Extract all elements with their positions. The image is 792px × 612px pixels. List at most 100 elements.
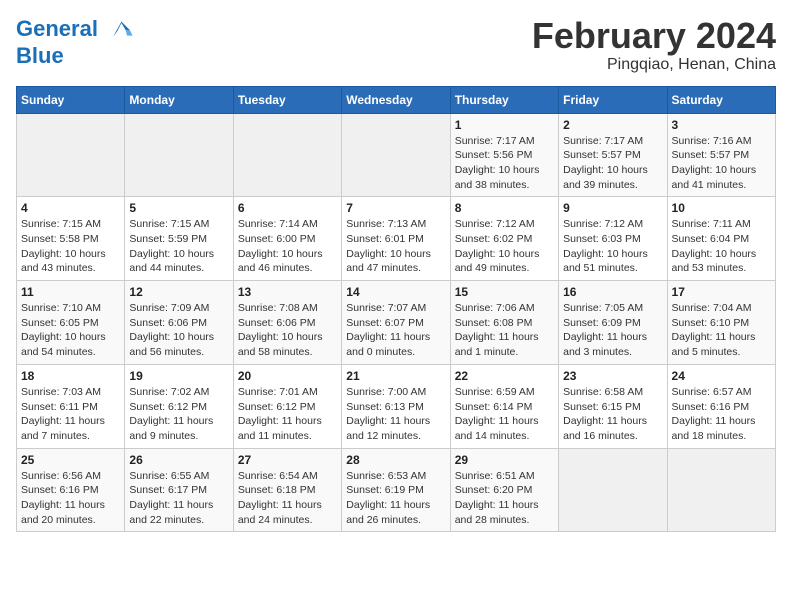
day-info: Sunrise: 6:51 AMSunset: 6:20 PMDaylight:…	[455, 469, 554, 528]
day-info: Sunrise: 7:01 AMSunset: 6:12 PMDaylight:…	[238, 385, 337, 444]
day-cell: 23 Sunrise: 6:58 AMSunset: 6:15 PMDayligh…	[559, 364, 667, 448]
day-number: 6	[238, 201, 337, 215]
header-saturday: Saturday	[667, 86, 775, 113]
day-number: 18	[21, 369, 120, 383]
day-cell: 16 Sunrise: 7:05 AMSunset: 6:09 PMDayligh…	[559, 281, 667, 365]
day-info: Sunrise: 6:58 AMSunset: 6:15 PMDaylight:…	[563, 385, 662, 444]
day-info: Sunrise: 6:55 AMSunset: 6:17 PMDaylight:…	[129, 469, 228, 528]
day-info: Sunrise: 7:08 AMSunset: 6:06 PMDaylight:…	[238, 301, 337, 360]
day-number: 21	[346, 369, 445, 383]
week-row-4: 25 Sunrise: 6:56 AMSunset: 6:16 PMDayligh…	[17, 448, 776, 532]
day-cell	[559, 448, 667, 532]
day-number: 11	[21, 285, 120, 299]
day-cell: 12 Sunrise: 7:09 AMSunset: 6:06 PMDayligh…	[125, 281, 233, 365]
day-cell: 11 Sunrise: 7:10 AMSunset: 6:05 PMDayligh…	[17, 281, 125, 365]
day-cell: 8Sunrise: 7:12 AMSunset: 6:02 PMDaylight…	[450, 197, 558, 281]
day-cell: 15 Sunrise: 7:06 AMSunset: 6:08 PMDayligh…	[450, 281, 558, 365]
day-info: Sunrise: 7:07 AMSunset: 6:07 PMDaylight:…	[346, 301, 445, 360]
day-cell: 18 Sunrise: 7:03 AMSunset: 6:11 PMDayligh…	[17, 364, 125, 448]
day-number: 12	[129, 285, 228, 299]
day-number: 29	[455, 453, 554, 467]
day-cell	[233, 113, 341, 197]
day-cell: 3 Sunrise: 7:16 AMSunset: 5:57 PMDaylight…	[667, 113, 775, 197]
day-cell: 9Sunrise: 7:12 AMSunset: 6:03 PMDaylight…	[559, 197, 667, 281]
day-info: Sunrise: 7:03 AMSunset: 6:11 PMDaylight:…	[21, 385, 120, 444]
day-number: 23	[563, 369, 662, 383]
day-cell: 2 Sunrise: 7:17 AMSunset: 5:57 PMDaylight…	[559, 113, 667, 197]
day-cell: 22Sunrise: 6:59 AMSunset: 6:14 PMDayligh…	[450, 364, 558, 448]
day-cell	[342, 113, 450, 197]
day-cell: 26Sunrise: 6:55 AMSunset: 6:17 PMDayligh…	[125, 448, 233, 532]
logo-text2: Blue	[16, 44, 134, 68]
header-wednesday: Wednesday	[342, 86, 450, 113]
day-info: Sunrise: 7:09 AMSunset: 6:06 PMDaylight:…	[129, 301, 228, 360]
day-cell: 24 Sunrise: 6:57 AMSunset: 6:16 PMDayligh…	[667, 364, 775, 448]
day-cell: 28Sunrise: 6:53 AMSunset: 6:19 PMDayligh…	[342, 448, 450, 532]
day-number: 20	[238, 369, 337, 383]
calendar-table: SundayMondayTuesdayWednesdayThursdayFrid…	[16, 86, 776, 533]
day-number: 3	[672, 118, 771, 132]
day-number: 5	[129, 201, 228, 215]
week-row-3: 18 Sunrise: 7:03 AMSunset: 6:11 PMDayligh…	[17, 364, 776, 448]
day-cell: 4 Sunrise: 7:15 AMSunset: 5:58 PMDaylight…	[17, 197, 125, 281]
day-info: Sunrise: 6:56 AMSunset: 6:16 PMDaylight:…	[21, 469, 120, 528]
week-row-2: 11 Sunrise: 7:10 AMSunset: 6:05 PMDayligh…	[17, 281, 776, 365]
header-sunday: Sunday	[17, 86, 125, 113]
day-info: Sunrise: 7:11 AMSunset: 6:04 PMDaylight:…	[672, 217, 771, 276]
day-cell	[125, 113, 233, 197]
day-number: 4	[21, 201, 120, 215]
day-info: Sunrise: 7:10 AMSunset: 6:05 PMDaylight:…	[21, 301, 120, 360]
day-info: Sunrise: 7:17 AMSunset: 5:56 PMDaylight:…	[455, 134, 554, 193]
week-row-1: 4 Sunrise: 7:15 AMSunset: 5:58 PMDaylight…	[17, 197, 776, 281]
day-info: Sunrise: 7:13 AMSunset: 6:01 PMDaylight:…	[346, 217, 445, 276]
day-cell: 29 Sunrise: 6:51 AMSunset: 6:20 PMDayligh…	[450, 448, 558, 532]
day-number: 24	[672, 369, 771, 383]
day-number: 2	[563, 118, 662, 132]
day-info: Sunrise: 7:00 AMSunset: 6:13 PMDaylight:…	[346, 385, 445, 444]
day-number: 7	[346, 201, 445, 215]
day-number: 25	[21, 453, 120, 467]
day-number: 10	[672, 201, 771, 215]
header-thursday: Thursday	[450, 86, 558, 113]
day-number: 14	[346, 285, 445, 299]
day-cell: 25 Sunrise: 6:56 AMSunset: 6:16 PMDayligh…	[17, 448, 125, 532]
day-number: 17	[672, 285, 771, 299]
day-info: Sunrise: 7:15 AMSunset: 5:59 PMDaylight:…	[129, 217, 228, 276]
day-number: 13	[238, 285, 337, 299]
day-info: Sunrise: 7:15 AMSunset: 5:58 PMDaylight:…	[21, 217, 120, 276]
day-info: Sunrise: 7:12 AMSunset: 6:02 PMDaylight:…	[455, 217, 554, 276]
header-tuesday: Tuesday	[233, 86, 341, 113]
day-number: 27	[238, 453, 337, 467]
header-monday: Monday	[125, 86, 233, 113]
day-cell: 21 Sunrise: 7:00 AMSunset: 6:13 PMDayligh…	[342, 364, 450, 448]
title-block: February 2024 Pingqiao, Henan, China	[532, 16, 776, 74]
day-number: 16	[563, 285, 662, 299]
header-row: SundayMondayTuesdayWednesdayThursdayFrid…	[17, 86, 776, 113]
day-cell: 5 Sunrise: 7:15 AMSunset: 5:59 PMDaylight…	[125, 197, 233, 281]
day-info: Sunrise: 6:53 AMSunset: 6:19 PMDaylight:…	[346, 469, 445, 528]
day-info: Sunrise: 7:05 AMSunset: 6:09 PMDaylight:…	[563, 301, 662, 360]
header-friday: Friday	[559, 86, 667, 113]
day-info: Sunrise: 7:06 AMSunset: 6:08 PMDaylight:…	[455, 301, 554, 360]
day-cell: 6 Sunrise: 7:14 AMSunset: 6:00 PMDaylight…	[233, 197, 341, 281]
day-cell: 27 Sunrise: 6:54 AMSunset: 6:18 PMDayligh…	[233, 448, 341, 532]
day-cell: 17 Sunrise: 7:04 AMSunset: 6:10 PMDayligh…	[667, 281, 775, 365]
day-cell: 19Sunrise: 7:02 AMSunset: 6:12 PMDayligh…	[125, 364, 233, 448]
day-cell: 20 Sunrise: 7:01 AMSunset: 6:12 PMDayligh…	[233, 364, 341, 448]
day-number: 1	[455, 118, 554, 132]
day-info: Sunrise: 7:16 AMSunset: 5:57 PMDaylight:…	[672, 134, 771, 193]
day-info: Sunrise: 7:14 AMSunset: 6:00 PMDaylight:…	[238, 217, 337, 276]
day-info: Sunrise: 6:54 AMSunset: 6:18 PMDaylight:…	[238, 469, 337, 528]
logo-text: General	[16, 16, 134, 44]
day-number: 19	[129, 369, 228, 383]
day-cell: 1 Sunrise: 7:17 AMSunset: 5:56 PMDaylight…	[450, 113, 558, 197]
day-cell: 13 Sunrise: 7:08 AMSunset: 6:06 PMDayligh…	[233, 281, 341, 365]
day-number: 15	[455, 285, 554, 299]
location-title: Pingqiao, Henan, China	[532, 56, 776, 74]
day-info: Sunrise: 6:59 AMSunset: 6:14 PMDaylight:…	[455, 385, 554, 444]
logo: General Blue	[16, 16, 134, 68]
page-header: General Blue February 2024 Pingqiao, Hen…	[16, 16, 776, 74]
day-info: Sunrise: 7:04 AMSunset: 6:10 PMDaylight:…	[672, 301, 771, 360]
day-info: Sunrise: 6:57 AMSunset: 6:16 PMDaylight:…	[672, 385, 771, 444]
day-info: Sunrise: 7:17 AMSunset: 5:57 PMDaylight:…	[563, 134, 662, 193]
